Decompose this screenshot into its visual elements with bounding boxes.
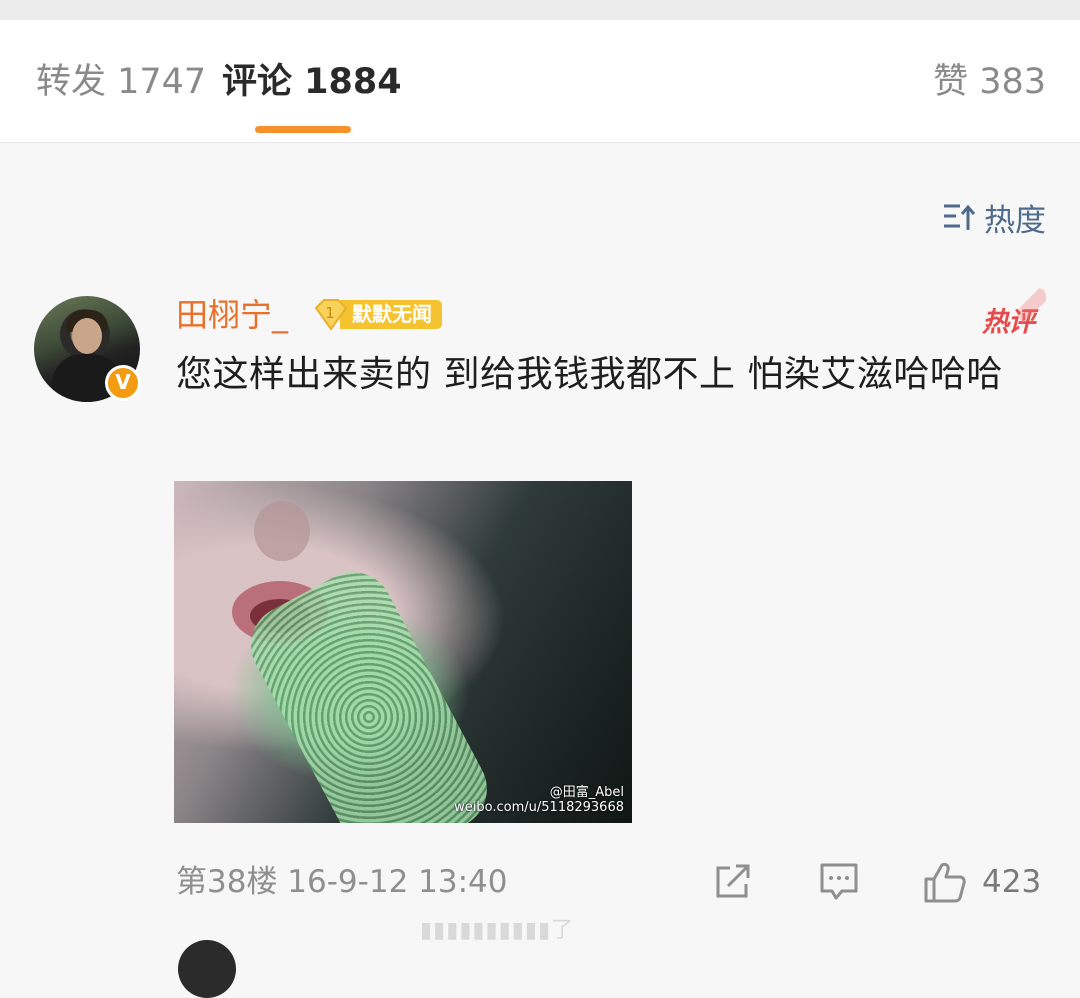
next-comment-peek: ▮▮▮▮▮▮▮▮▮▮了 [420,918,575,943]
comment-image[interactable]: @田富_Abel weibo.com/u/5118293668 [174,481,632,823]
hot-comment-tag: 热评 [982,288,1046,339]
reply-button[interactable] [818,860,860,904]
thumbs-up-icon [924,862,966,903]
image-watermark: @田富_Abel weibo.com/u/5118293668 [454,785,624,815]
diamond-icon: 1 [312,298,348,331]
next-comment-avatar[interactable] [178,940,236,998]
badge-label: 默默无闻 [340,300,442,329]
comment-icon [820,863,858,900]
comment-meta: 第38楼 16-9-12 13:40 [176,864,508,900]
tab-forward[interactable]: 转发 1747 [36,60,206,104]
like-count: 423 [982,864,1042,900]
comment-text: 您这样出来卖的 到给我钱我都不上 怕染艾滋哈哈哈 [176,354,1003,395]
active-tab-indicator [255,126,351,133]
verified-badge-icon: V [105,365,141,401]
sort-label: 热度 [984,202,1046,239]
comment-username[interactable]: 田栩宁_ [176,294,288,336]
user-level-badge[interactable]: 1 默默无闻 [312,298,442,331]
peek-text: 了 [551,918,575,943]
sort-toggle[interactable]: 热度 [942,196,1046,239]
badge-level-number: 1 [325,304,335,322]
tab-comment[interactable]: 评论 1884 [222,60,402,104]
tab-bar: 转发 1747 评论 1884 赞 383 [0,20,1080,143]
watermark-url: weibo.com/u/5118293668 [454,800,624,815]
tab-like[interactable]: 赞 383 [933,60,1046,104]
like-button[interactable]: 423 [922,860,1041,904]
share-icon [716,864,750,898]
watermark-user: @田富_Abel [549,785,624,800]
status-strip [0,0,1080,20]
share-button[interactable] [712,860,754,904]
sort-icon [944,204,976,230]
